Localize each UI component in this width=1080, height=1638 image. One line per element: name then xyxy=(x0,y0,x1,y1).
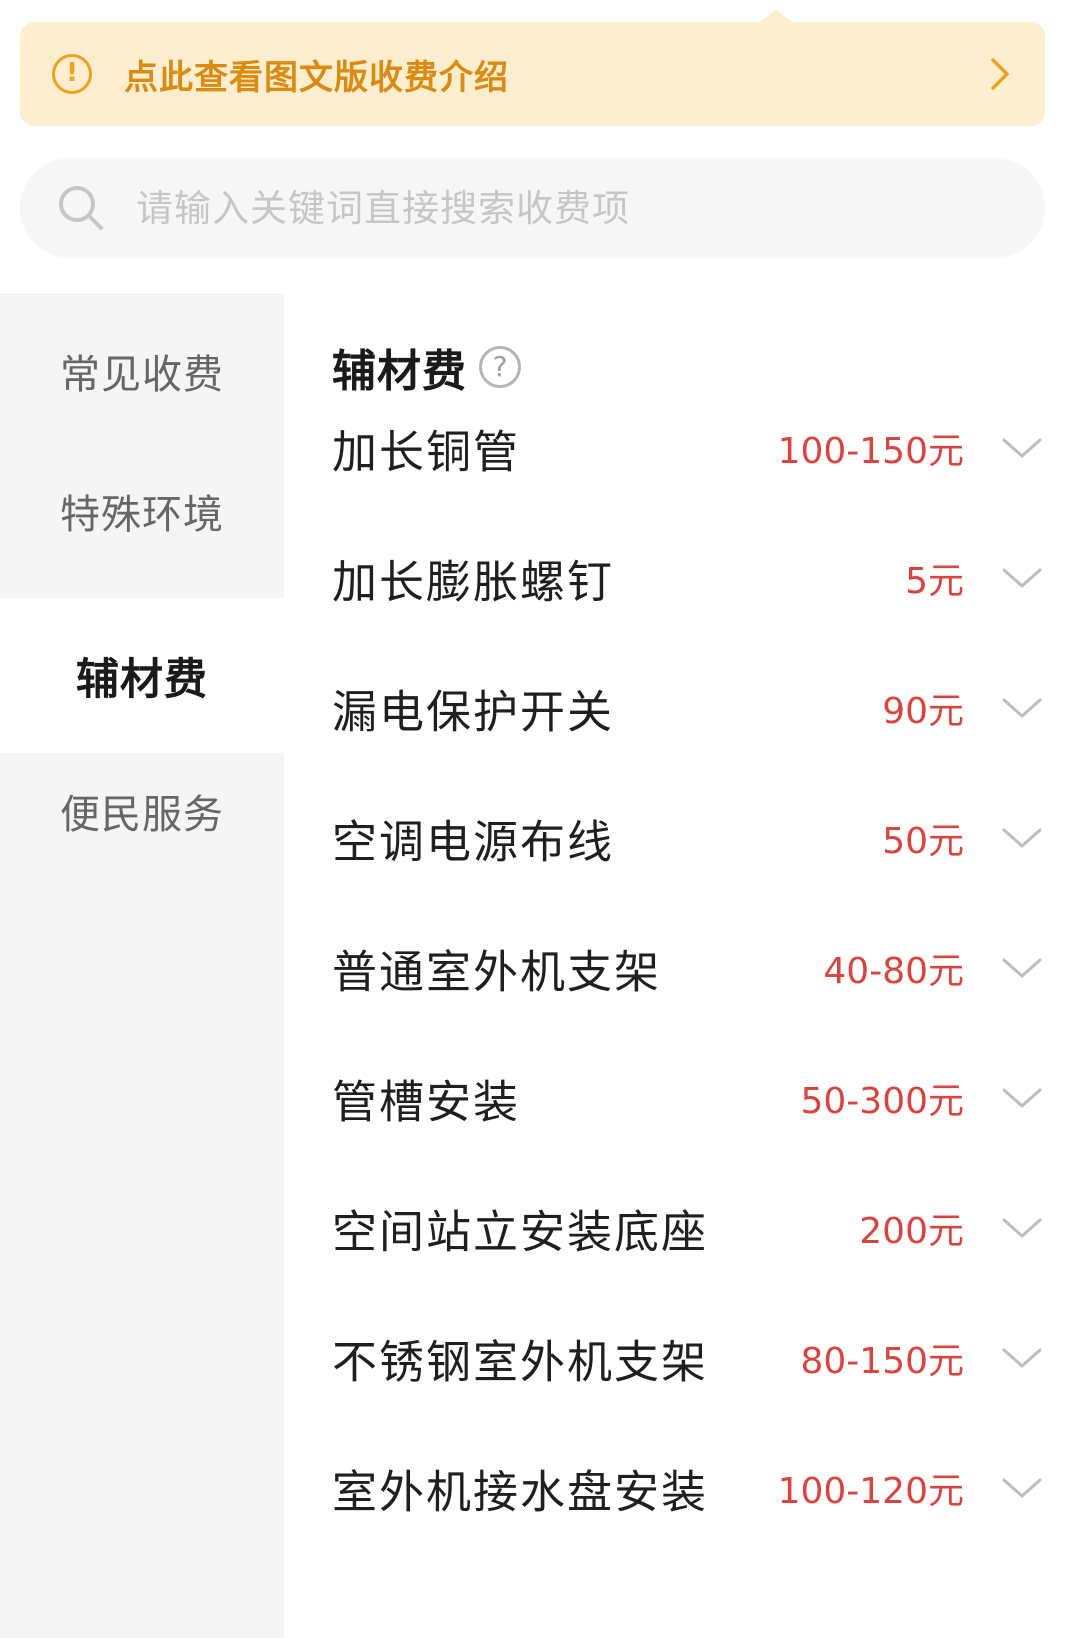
fee-name: 管槽安装 xyxy=(332,1075,521,1129)
chevron-down-icon xyxy=(1002,1478,1042,1498)
help-icon[interactable]: ? xyxy=(479,346,521,388)
chevron-down-icon xyxy=(1002,438,1042,458)
fee-name: 空间站立安装底座 xyxy=(332,1205,709,1259)
chevron-down-icon xyxy=(1002,828,1042,848)
fee-row[interactable]: 普通室外机支架 40-80元 xyxy=(284,903,1080,1033)
sidebar-item-convenience-services[interactable]: 便民服务 xyxy=(0,733,284,888)
fee-row[interactable]: 漏电保护开关 90元 xyxy=(284,643,1080,773)
banner-text: 点此查看图文版收费介绍 xyxy=(124,57,509,98)
fee-name: 加长铜管 xyxy=(332,425,521,479)
fee-name: 室外机接水盘安装 xyxy=(332,1465,709,1519)
search-icon xyxy=(59,186,103,230)
chevron-right-icon xyxy=(991,58,1009,90)
chevron-down-icon xyxy=(1002,1088,1042,1108)
fee-name: 漏电保护开关 xyxy=(332,685,615,739)
fee-price: 200元 xyxy=(859,1211,964,1252)
sidebar-item-common-fees[interactable]: 常见收费 xyxy=(0,293,284,448)
banner-pointer xyxy=(758,10,794,23)
fee-price: 5元 xyxy=(905,561,964,602)
fee-price: 40-80元 xyxy=(823,951,964,992)
sidebar-item-special-environment[interactable]: 特殊环境 xyxy=(0,433,284,588)
chevron-down-icon xyxy=(1002,1218,1042,1238)
fee-row[interactable]: 加长铜管 100-150元 xyxy=(284,383,1080,513)
fee-row[interactable]: 加长膨胀螺钉 5元 xyxy=(284,513,1080,643)
fee-name: 普通室外机支架 xyxy=(332,945,662,999)
chevron-down-icon xyxy=(1002,1348,1042,1368)
chevron-down-icon xyxy=(1002,568,1042,588)
fee-price: 100-150元 xyxy=(777,431,964,472)
fee-name: 加长膨胀螺钉 xyxy=(332,555,615,609)
fee-price: 100-120元 xyxy=(777,1471,964,1512)
fee-name: 空调电源布线 xyxy=(332,815,615,869)
fee-name: 不锈钢室外机支架 xyxy=(332,1335,709,1389)
fee-intro-banner[interactable]: ! 点此查看图文版收费介绍 xyxy=(20,10,1045,126)
fee-row[interactable]: 室外机接水盘安装 100-120元 xyxy=(284,1423,1080,1553)
fee-price: 80-150元 xyxy=(800,1341,964,1382)
chevron-down-icon xyxy=(1002,698,1042,718)
search-input[interactable] xyxy=(134,185,998,231)
fee-row[interactable]: 管槽安装 50-300元 xyxy=(284,1033,1080,1163)
search-bar[interactable] xyxy=(20,158,1045,258)
fee-price: 50元 xyxy=(882,821,964,862)
fee-row[interactable]: 空间站立安装底座 200元 xyxy=(284,1163,1080,1293)
fee-price: 50-300元 xyxy=(800,1081,964,1122)
fee-price: 90元 xyxy=(882,691,964,732)
sidebar-item-accessory-fees[interactable]: 辅材费 xyxy=(0,598,284,753)
fee-row[interactable]: 空调电源布线 50元 xyxy=(284,773,1080,903)
category-sidebar: 常见收费 特殊环境 辅材费 便民服务 xyxy=(0,293,284,1638)
fee-row[interactable]: 不锈钢室外机支架 80-150元 xyxy=(284,1293,1080,1423)
fee-page: ! 点此查看图文版收费介绍 常见收费 特殊环境 辅材费 便民服务 辅材费 ? 加… xyxy=(0,0,1080,1638)
chevron-down-icon xyxy=(1002,958,1042,978)
exclamation-circle-icon: ! xyxy=(52,54,92,94)
fee-content: 辅材费 ? 加长铜管 100-150元 加长膨胀螺钉 5元 漏电保护开关 90元… xyxy=(284,293,1080,1638)
